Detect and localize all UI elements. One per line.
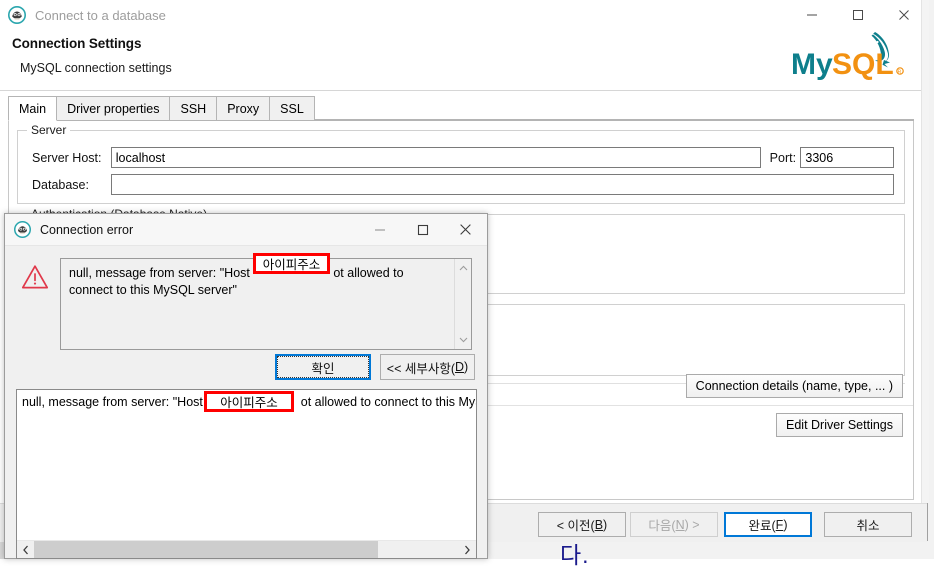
tabstrip-filler (313, 97, 914, 120)
error-details-prefix: null, message from server: "Host ' (22, 395, 209, 409)
scroll-left-icon[interactable] (17, 541, 34, 558)
cancel-button-label: 취소 (856, 519, 880, 533)
redaction-box-message: 아이피주소 (253, 253, 330, 274)
details-scroll-track[interactable] (34, 541, 459, 558)
header-block: Connection Settings MySQL connection set… (0, 30, 927, 75)
back-button[interactable]: < 이전(B) (538, 512, 626, 537)
ok-button-focus-ring: 확인 (277, 356, 369, 378)
next-button-tail: ) > (684, 517, 700, 532)
ok-button-label: 확인 (311, 361, 335, 376)
dialog-body: null, message from server: "Host ot allo… (5, 245, 487, 393)
error-message-scrollbar[interactable] (454, 259, 471, 349)
server-host-input[interactable]: localhost (110, 147, 761, 168)
tab-main[interactable]: Main (8, 96, 58, 121)
svg-text:My: My (791, 48, 833, 81)
window-titlebar: Connect to a database (0, 0, 927, 30)
details-scroll-thumb[interactable] (34, 541, 379, 558)
content-scrollbar[interactable] (921, 0, 929, 503)
server-host-row: Server Host: localhost Port: 3306 (32, 147, 894, 168)
maximize-icon[interactable] (401, 214, 444, 245)
database-row: Database: (32, 174, 894, 195)
tab-ssh-label: SSH (180, 101, 207, 116)
connection-details-button[interactable]: Connection details (name, type, ... ) (685, 374, 903, 398)
error-message-line2: connect to this MySQL server" (69, 283, 237, 297)
tab-ssl[interactable]: SSL (269, 96, 315, 120)
database-input[interactable] (111, 174, 894, 195)
port-label: Port: (769, 150, 797, 165)
error-details-suffix: ot allowed to connect to this MyS (300, 395, 477, 409)
details-toggle-label: << 세부사항( (386, 361, 456, 376)
port-input[interactable]: 3306 (800, 147, 894, 168)
scroll-up-icon[interactable] (455, 261, 471, 275)
error-message-suffix: ot allowed to (333, 266, 404, 280)
details-toggle-paren: ) (464, 360, 469, 374)
database-label: Database: (32, 177, 89, 192)
tab-proxy-label: Proxy (227, 101, 260, 116)
close-icon[interactable] (444, 214, 487, 245)
header-separator (0, 90, 927, 91)
tab-ssl-label: SSL (280, 101, 304, 116)
next-button-mnemonic: N (675, 517, 685, 532)
finish-button-paren: ) (783, 517, 788, 532)
dialog-window-controls (358, 214, 487, 245)
cancel-button[interactable]: 취소 (824, 512, 912, 537)
warning-triangle-icon (21, 264, 49, 290)
finish-button-mnemonic: F (775, 517, 784, 532)
window-title: Connect to a database (35, 7, 166, 23)
ok-button[interactable]: 확인 (275, 354, 371, 380)
back-button-paren: ) (603, 517, 608, 532)
edit-driver-settings-button[interactable]: Edit Driver Settings (776, 413, 903, 437)
dbeaver-icon (8, 6, 26, 24)
back-button-label: < 이전( (556, 519, 595, 533)
error-message-prefix: null, message from server: "Host (69, 266, 254, 280)
server-host-label: Server Host: (32, 150, 102, 165)
next-button: 다음(N) > (630, 512, 718, 537)
tab-ssh[interactable]: SSH (169, 96, 218, 120)
dbeaver-icon (14, 221, 31, 238)
finish-button-label: 완료( (748, 519, 776, 533)
svg-text:SQL: SQL (832, 48, 894, 81)
back-button-mnemonic: B (594, 517, 604, 532)
server-groupbox: Server Server Host: localhost Port: 3306… (17, 123, 905, 204)
dialog-titlebar: Connection error (5, 214, 487, 245)
tab-main-label: Main (19, 101, 47, 116)
redaction-box-details: 아이피주소 (204, 391, 294, 412)
tabstrip: Main Driver properties SSH Proxy SSL (8, 96, 914, 121)
mysql-logo: My SQL R (789, 26, 909, 84)
svg-text:R: R (898, 69, 902, 75)
error-details-textarea[interactable]: null, message from server: "Host ' ot all… (16, 389, 477, 559)
details-toggle-mnemonic: D (455, 360, 465, 374)
next-button-label: 다음( (648, 519, 676, 533)
dialog-title: Connection error (40, 222, 134, 237)
connection-error-dialog: Connection error null, message from serv… (4, 213, 488, 559)
dialog-button-row: 확인 << 세부사항(D) (5, 354, 487, 390)
tab-driver-properties[interactable]: Driver properties (56, 96, 171, 120)
details-toggle-button[interactable]: << 세부사항(D) (380, 354, 475, 380)
minimize-icon[interactable] (358, 214, 401, 245)
finish-button[interactable]: 완료(F) (724, 512, 812, 537)
scroll-right-icon[interactable] (459, 541, 476, 558)
server-groupbox-legend: Server (27, 123, 71, 137)
tab-driver-properties-label: Driver properties (67, 101, 160, 116)
tab-proxy[interactable]: Proxy (216, 96, 271, 120)
scroll-down-icon[interactable] (455, 333, 471, 347)
details-horizontal-scrollbar[interactable] (17, 540, 476, 558)
